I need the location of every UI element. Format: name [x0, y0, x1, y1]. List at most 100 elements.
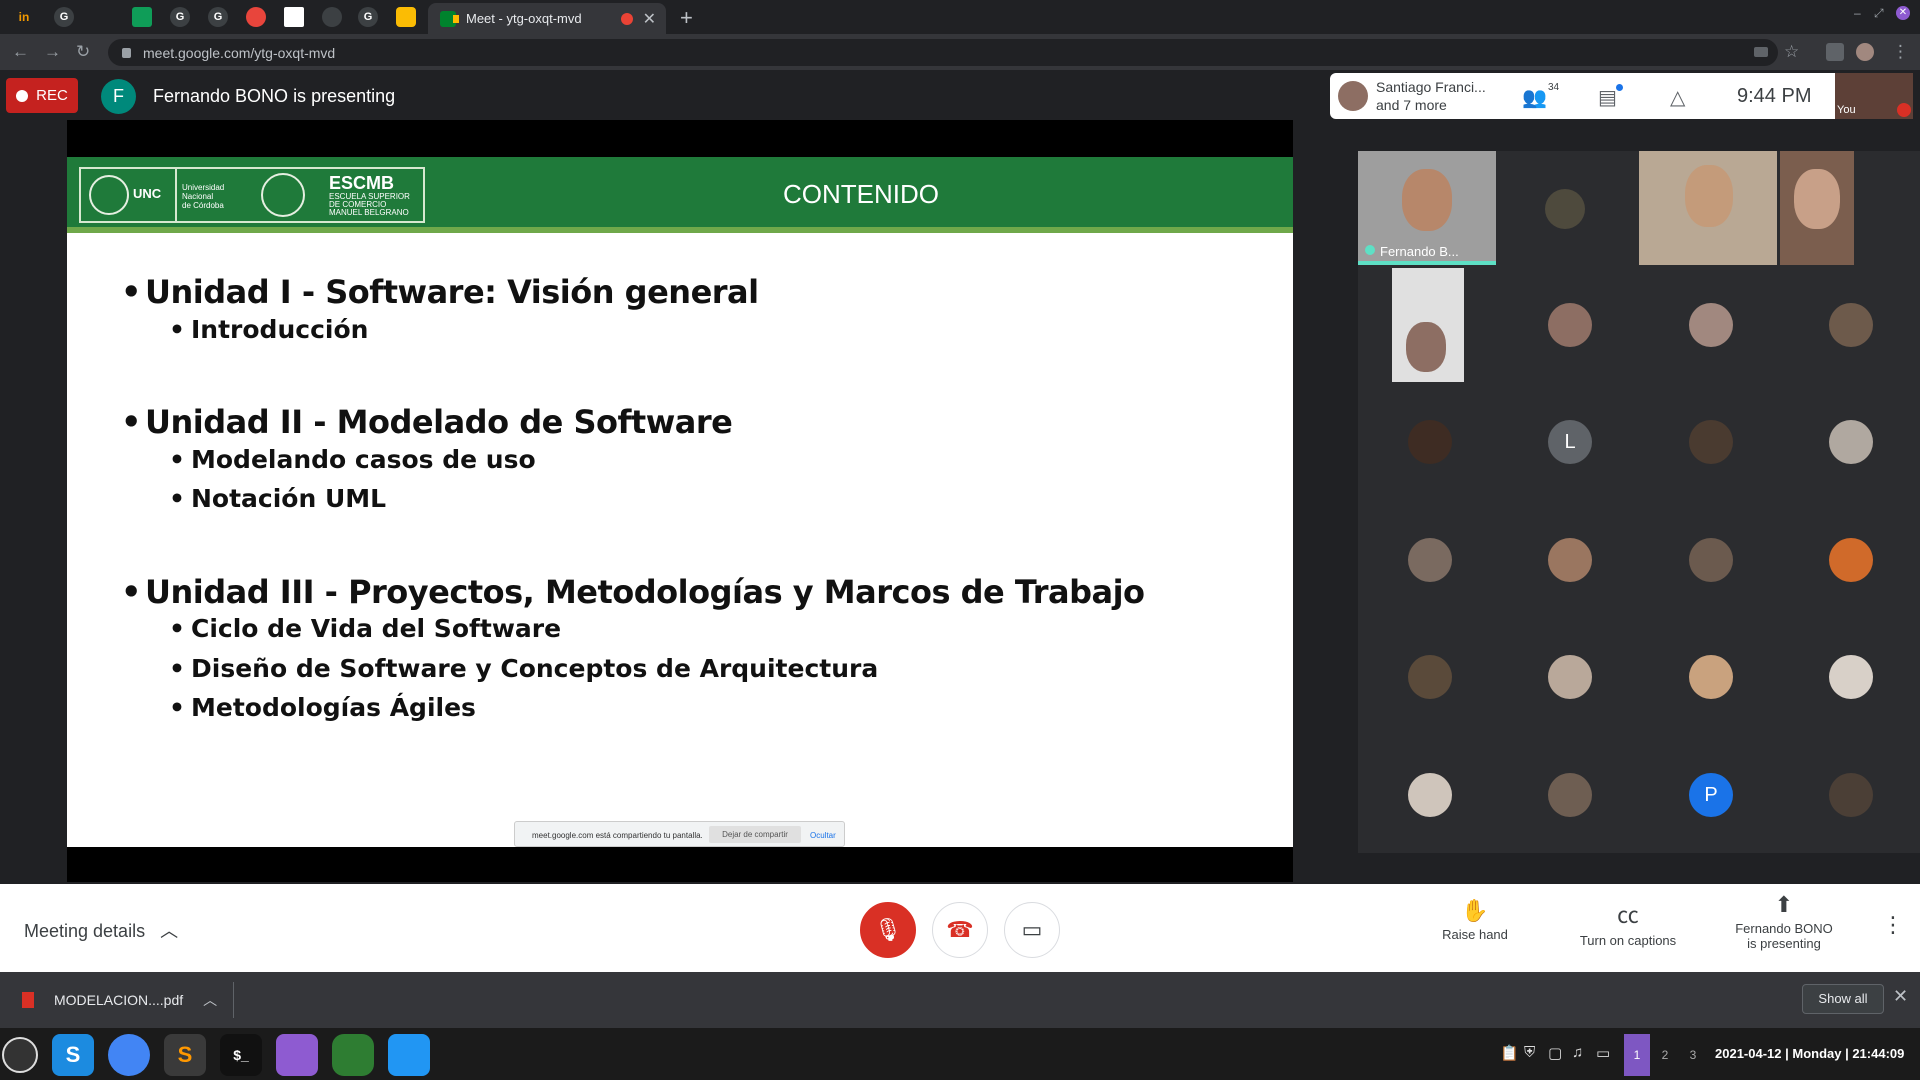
- logo-escmb-line: MANUEL BELGRANO: [329, 208, 409, 217]
- participant-avatar[interactable]: [1689, 303, 1733, 347]
- participant-avatar[interactable]: [1829, 303, 1873, 347]
- clipboard-icon[interactable]: 📋: [1500, 1044, 1519, 1062]
- pinned-tab-blank[interactable]: [94, 7, 114, 27]
- camera-in-use-icon[interactable]: [1754, 47, 1768, 57]
- meeting-details-button[interactable]: Meeting details ︿: [24, 917, 178, 943]
- participant-tile[interactable]: [1498, 151, 1636, 265]
- show-all-downloads-button[interactable]: Show all: [1802, 984, 1884, 1014]
- pinned-tab-google-2[interactable]: G: [170, 7, 190, 27]
- participant-avatar[interactable]: [1689, 538, 1733, 582]
- chat-icon[interactable]: ▤: [1598, 85, 1617, 110]
- reload-button[interactable]: ↻: [76, 42, 90, 62]
- app-files-icon[interactable]: [276, 1034, 318, 1076]
- participant-avatar: [1545, 189, 1585, 229]
- pinned-tab-invision[interactable]: in: [14, 7, 34, 27]
- participant-avatar[interactable]: [1408, 420, 1452, 464]
- presenting-label-line1: Fernando BONO: [1735, 921, 1833, 936]
- participants-preview-card[interactable]: Santiago Franci... and 7 more: [1330, 73, 1500, 119]
- participant-avatar[interactable]: [1829, 655, 1873, 699]
- close-tab-icon[interactable]: ✕: [643, 9, 656, 29]
- participant-tile[interactable]: [1780, 151, 1854, 265]
- chevron-up-icon[interactable]: ︿: [203, 990, 217, 1010]
- logo-escmb-text: ESCMB: [329, 173, 395, 193]
- participant-avatar-letter[interactable]: P: [1689, 773, 1733, 817]
- url-text: meet.google.com/ytg-oxqt-mvd: [143, 44, 336, 61]
- more-options-icon[interactable]: ⋮: [1882, 912, 1904, 938]
- participant-avatar[interactable]: [1548, 303, 1592, 347]
- pinned-tab-sheets[interactable]: [132, 7, 152, 27]
- stop-sharing-button[interactable]: Dejar de compartir: [709, 826, 801, 843]
- participant-avatar[interactable]: [1829, 420, 1873, 464]
- logo-divider: [175, 169, 177, 221]
- pinned-tab-google-3[interactable]: G: [208, 7, 228, 27]
- logo-university-line: Universidad: [182, 183, 225, 192]
- participant-avatar[interactable]: [1408, 773, 1452, 817]
- document-icon[interactable]: ▢: [1548, 1044, 1562, 1062]
- pinned-tab-keep[interactable]: [396, 7, 416, 27]
- self-view-thumbnail[interactable]: You: [1835, 73, 1913, 119]
- participant-avatar: [1338, 81, 1368, 111]
- microphone-off-button[interactable]: 🎙: [860, 902, 916, 958]
- participant-avatar[interactable]: [1548, 538, 1592, 582]
- participant-avatar[interactable]: [1829, 773, 1873, 817]
- app-terminal-icon[interactable]: $_: [220, 1034, 262, 1076]
- music-icon[interactable]: ♫: [1572, 1044, 1583, 1061]
- hide-notice-link[interactable]: Ocultar: [810, 831, 836, 840]
- participant-avatar[interactable]: [1408, 538, 1452, 582]
- new-tab-button[interactable]: +: [680, 5, 693, 31]
- participant-tile[interactable]: [1639, 151, 1777, 265]
- participant-tile[interactable]: [1392, 268, 1464, 382]
- presenting-button[interactable]: ⬆ Fernando BONO is presenting: [1724, 892, 1844, 951]
- participant-tile-speaking[interactable]: Fernando B...: [1358, 151, 1496, 265]
- restore-window-button[interactable]: ⤢: [1874, 6, 1884, 21]
- forward-button[interactable]: →: [44, 42, 61, 62]
- close-shelf-icon[interactable]: ✕: [1893, 986, 1908, 1007]
- presenting-label-line2: is presenting: [1747, 936, 1821, 951]
- profile-avatar[interactable]: [1856, 43, 1874, 61]
- captions-button[interactable]: ㏄ Turn on captions: [1568, 898, 1688, 948]
- activities-icon[interactable]: △: [1670, 85, 1685, 110]
- rec-label: REC: [36, 87, 68, 104]
- app-chrome-icon[interactable]: [108, 1034, 150, 1076]
- app-slack-icon[interactable]: S: [52, 1034, 94, 1076]
- camera-button[interactable]: ▭: [1004, 902, 1060, 958]
- presentation-stage: UNC Universidad Nacional de Córdoba ESCM…: [67, 120, 1293, 882]
- app-grid-icon[interactable]: [332, 1034, 374, 1076]
- browser-menu-icon[interactable]: ⋮: [1892, 42, 1909, 62]
- back-button[interactable]: ←: [12, 42, 29, 62]
- participant-avatar[interactable]: [1689, 655, 1733, 699]
- pinned-tab-google-4[interactable]: G: [358, 7, 378, 27]
- meeting-clock: 9:44 PM: [1737, 85, 1812, 107]
- unit-item: Notación UML: [169, 484, 386, 513]
- bookmark-star-icon[interactable]: ☆: [1784, 42, 1799, 62]
- workspace-1[interactable]: 1: [1624, 1034, 1650, 1076]
- pinned-tab-doc[interactable]: [284, 7, 304, 27]
- lock-icon: [122, 47, 131, 58]
- participant-avatar-letter[interactable]: L: [1548, 420, 1592, 464]
- participant-avatar[interactable]: [1689, 420, 1733, 464]
- extensions-puzzle-icon[interactable]: [1826, 43, 1844, 61]
- minimize-window-button[interactable]: –: [1854, 6, 1861, 20]
- people-icon[interactable]: 👥: [1522, 85, 1547, 110]
- pinned-tab-dark[interactable]: [322, 7, 342, 27]
- download-item[interactable]: MODELACION....pdf ︿: [12, 982, 234, 1018]
- app-viewer-icon[interactable]: [388, 1034, 430, 1076]
- participant-avatar[interactable]: [1548, 773, 1592, 817]
- monitor-icon[interactable]: ▭: [1596, 1044, 1610, 1062]
- app-sublime-icon[interactable]: S: [164, 1034, 206, 1076]
- address-bar[interactable]: meet.google.com/ytg-oxqt-mvd: [108, 39, 1778, 66]
- launcher-menu-icon[interactable]: [2, 1037, 38, 1073]
- pinned-tab-google-1[interactable]: G: [54, 7, 74, 27]
- leave-call-button[interactable]: ☎: [932, 902, 988, 958]
- participant-more: and 7 more: [1376, 97, 1447, 113]
- shield-icon[interactable]: ⛨: [1524, 1044, 1535, 1061]
- workspace-2[interactable]: 2: [1652, 1034, 1678, 1076]
- participant-avatar[interactable]: [1548, 655, 1592, 699]
- close-window-button[interactable]: ✕: [1896, 6, 1910, 20]
- pinned-tab-asana[interactable]: [246, 7, 266, 27]
- tab-meet-active[interactable]: Meet - ytg-oxqt-mvd ✕: [428, 3, 666, 34]
- raise-hand-button[interactable]: ✋ Raise hand: [1430, 898, 1520, 942]
- participant-avatar[interactable]: [1829, 538, 1873, 582]
- participant-avatar[interactable]: [1408, 655, 1452, 699]
- workspace-3[interactable]: 3: [1680, 1034, 1706, 1076]
